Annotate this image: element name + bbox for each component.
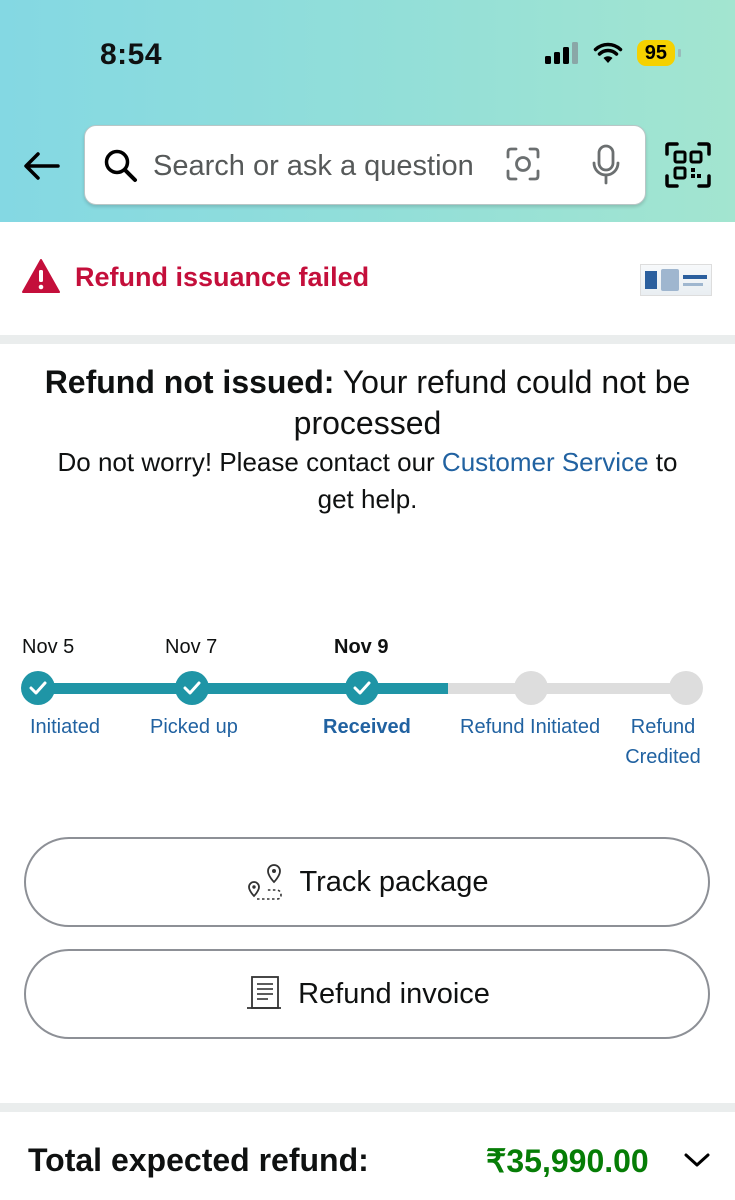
- sub-text-before: Do not worry! Please contact our: [57, 447, 442, 477]
- alert-text: Refund issuance failed: [75, 262, 370, 292]
- refund-alert: Refund issuance failed: [0, 222, 735, 335]
- step-dot-refund-credited: [669, 671, 703, 705]
- top-bar: 8:54 95: [0, 0, 735, 222]
- search-bar[interactable]: [84, 125, 646, 205]
- heading-rest: Your refund could not be processed: [293, 364, 691, 441]
- signal-icon: [544, 42, 578, 64]
- search-input[interactable]: [153, 146, 493, 186]
- track-package-label: Track package: [299, 865, 489, 898]
- wifi-icon: [593, 42, 622, 63]
- step-label-received[interactable]: Received: [323, 712, 411, 742]
- heading-bold: Refund not issued:: [44, 364, 335, 400]
- step-label-picked-up[interactable]: Picked up: [150, 712, 238, 742]
- step-label-refund-initiated[interactable]: Refund Initiated: [460, 712, 600, 742]
- progress-fill: [38, 683, 448, 694]
- total-refund-label: Total expected refund:: [28, 1142, 369, 1178]
- search-icon: [104, 149, 137, 182]
- date-step-3: Nov 9: [334, 636, 389, 658]
- refund-message-sub: Do not worry! Please contact our Custome…: [40, 444, 695, 518]
- back-arrow-icon[interactable]: [22, 146, 62, 186]
- battery-level: 95: [636, 40, 682, 66]
- step-dot-picked-up: [175, 671, 209, 705]
- refund-invoice-button[interactable]: Refund invoice: [24, 949, 710, 1039]
- total-refund-amount: ₹35,990.00: [486, 1143, 649, 1179]
- section-divider: [0, 1103, 735, 1112]
- step-label-refund-credited[interactable]: Refund Credited: [618, 712, 708, 772]
- chevron-down-icon[interactable]: [683, 1150, 711, 1170]
- step-dot-received: [345, 671, 379, 705]
- step-dot-initiated: [21, 671, 55, 705]
- date-step-2: Nov 7: [165, 636, 218, 658]
- product-thumbnail[interactable]: [640, 264, 712, 296]
- warning-icon: [22, 259, 60, 293]
- invoice-document-icon: [247, 976, 282, 1009]
- date-step-1: Nov 5: [22, 636, 75, 658]
- refund-message-heading: Refund not issued: Your refund could not…: [40, 362, 695, 444]
- refund-invoice-label: Refund invoice: [298, 977, 490, 1010]
- track-package-button[interactable]: Track package: [24, 837, 710, 927]
- microphone-icon[interactable]: [591, 144, 621, 186]
- step-label-initiated[interactable]: Initiated: [30, 712, 100, 742]
- camera-scan-icon[interactable]: [505, 146, 541, 182]
- qr-code-scanner-icon[interactable]: [665, 142, 711, 188]
- status-icons: 95: [544, 40, 682, 66]
- section-divider: [0, 335, 735, 344]
- check-icon: [353, 681, 371, 695]
- refund-message: Refund not issued: Your refund could not…: [40, 362, 695, 518]
- route-pin-icon: [248, 864, 283, 900]
- check-icon: [29, 681, 47, 695]
- status-time: 8:54: [100, 38, 163, 71]
- customer-service-link[interactable]: Customer Service: [442, 447, 649, 477]
- step-dot-refund-initiated: [514, 671, 548, 705]
- check-icon: [183, 681, 201, 695]
